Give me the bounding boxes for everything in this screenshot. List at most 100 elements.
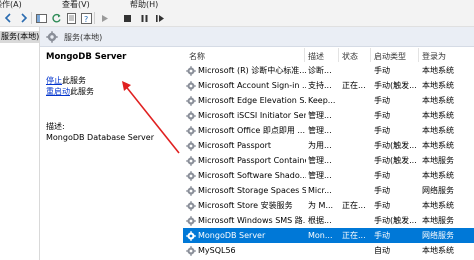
menu-bar: 操作(A) 查看(V) 帮助(H) bbox=[0, 0, 474, 9]
table-row[interactable]: MySQL56 自动 本地系统 bbox=[183, 243, 474, 258]
pause-service-icon[interactable] bbox=[138, 12, 150, 24]
start-service-icon[interactable] bbox=[98, 12, 110, 24]
table-row[interactable]: Microsoft Store 安装服务 为 M... 正在... 手动 本地系统 bbox=[183, 198, 474, 213]
table-row[interactable]: Microsoft Office 即点即用 ... 管理... 手动 本地系统 bbox=[183, 123, 474, 138]
service-logon-cell: 本地系统 bbox=[422, 246, 454, 255]
service-name-cell: Microsoft Software Shado... bbox=[198, 171, 306, 180]
service-gear-icon bbox=[186, 186, 196, 196]
service-description-cell: 为 M... bbox=[308, 201, 334, 210]
refresh-icon[interactable] bbox=[50, 12, 62, 24]
service-name-cell: Microsoft Account Sign-in ... bbox=[198, 81, 306, 90]
console-tree: 服务(本地) bbox=[0, 27, 40, 260]
service-description-cell: 管理... bbox=[308, 171, 332, 180]
service-description-cell: 根据... bbox=[308, 216, 332, 225]
service-gear-icon bbox=[186, 126, 196, 136]
service-name-cell: MySQL56 bbox=[198, 246, 236, 255]
service-name-cell: Microsoft Office 即点即用 ... bbox=[198, 126, 306, 135]
service-logon-cell: 本地服务 bbox=[422, 216, 454, 225]
service-description-cell: 诊断... bbox=[308, 66, 332, 75]
column-startup-type[interactable]: 启动类型 bbox=[374, 51, 406, 62]
tree-item-services-local[interactable]: 服务(本地) bbox=[0, 31, 40, 43]
column-status[interactable]: 状态 bbox=[342, 51, 358, 62]
service-startup-cell: 手动 bbox=[374, 126, 390, 135]
service-gear-icon bbox=[186, 201, 196, 211]
table-row[interactable]: MongoDB Server Mon... 正在... 手动 网络服务 bbox=[183, 228, 474, 243]
column-name[interactable]: 名称 bbox=[189, 51, 205, 62]
service-description-cell: Keep... bbox=[308, 96, 336, 105]
service-logon-cell: 本地系统 bbox=[422, 141, 454, 150]
column-divider[interactable] bbox=[370, 48, 371, 62]
service-name-cell: Microsoft Passport bbox=[198, 141, 272, 150]
console-tree-icon[interactable] bbox=[35, 12, 47, 24]
forward-icon[interactable] bbox=[17, 12, 29, 24]
service-description-cell: 支持... bbox=[308, 81, 332, 90]
panel-header: 服务(本地) bbox=[40, 27, 474, 47]
stop-service-icon[interactable] bbox=[121, 12, 133, 24]
service-startup-cell: 手动 bbox=[374, 96, 390, 105]
column-divider[interactable] bbox=[338, 48, 339, 62]
service-name-cell: Microsoft Store 安装服务 bbox=[198, 201, 293, 210]
service-status-cell: 正在... bbox=[342, 231, 366, 240]
services-list: 名称 描述 状态 启动类型 登录为 Microsoft (R) 诊断中心标准..… bbox=[183, 47, 474, 260]
column-divider[interactable] bbox=[418, 48, 419, 62]
service-logon-cell: 本地系统 bbox=[422, 66, 454, 75]
export-list-icon[interactable] bbox=[65, 12, 77, 24]
service-detail-pane: MongoDB Server 停止此服务 重启动此服务 描述: MongoDB … bbox=[40, 47, 183, 260]
red-arrow-annotation bbox=[122, 81, 180, 154]
back-icon[interactable] bbox=[3, 12, 15, 24]
service-logon-cell: 本地服务 bbox=[422, 156, 454, 165]
service-logon-cell: 本地系统 bbox=[422, 171, 454, 180]
service-description-cell: 管理... bbox=[308, 156, 332, 165]
service-startup-cell: 手动 bbox=[374, 66, 390, 75]
service-startup-cell: 手动 bbox=[374, 171, 390, 180]
service-description-cell: 为用... bbox=[308, 141, 332, 150]
service-gear-icon bbox=[186, 81, 196, 91]
service-gear-icon bbox=[186, 231, 196, 241]
service-status-cell: 正在... bbox=[342, 81, 366, 90]
service-name-cell: Microsoft (R) 诊断中心标准... bbox=[198, 66, 306, 75]
service-startup-cell: 手动 bbox=[374, 201, 390, 210]
column-description[interactable]: 描述 bbox=[308, 51, 324, 62]
column-logon-as[interactable]: 登录为 bbox=[422, 51, 446, 62]
service-startup-cell: 自动 bbox=[374, 246, 390, 255]
service-gear-icon bbox=[186, 156, 196, 166]
service-gear-icon bbox=[186, 96, 196, 106]
service-gear-icon bbox=[186, 171, 196, 181]
service-gear-icon bbox=[186, 66, 196, 76]
table-row[interactable]: Microsoft Windows SMS 路... 根据... 手动(触发... 本… bbox=[183, 213, 474, 228]
service-name-cell: Microsoft Edge Elevation S... bbox=[198, 96, 306, 105]
service-name-cell: Microsoft Windows SMS 路... bbox=[198, 216, 306, 225]
service-description-cell: 管理... bbox=[308, 111, 332, 120]
table-row[interactable]: Microsoft Account Sign-in ... 支持... 正在... 手… bbox=[183, 78, 474, 93]
svg-text:?: ? bbox=[84, 15, 88, 24]
toolbar-separator bbox=[94, 12, 95, 24]
list-header: 名称 描述 状态 启动类型 登录为 bbox=[183, 47, 474, 63]
table-row[interactable]: Microsoft Edge Elevation S... Keep... 手动 本地… bbox=[183, 93, 474, 108]
service-startup-cell: 手动(触发... bbox=[374, 156, 417, 165]
service-name-cell: Microsoft Passport Container bbox=[198, 156, 306, 165]
service-startup-cell: 手动(触发... bbox=[374, 81, 417, 90]
service-startup-cell: 手动(触发... bbox=[374, 141, 417, 150]
table-row[interactable]: Microsoft Software Shado... 管理... 手动 本地系统 bbox=[183, 168, 474, 183]
service-logon-cell: 本地系统 bbox=[422, 126, 454, 135]
service-logon-cell: 本地系统 bbox=[422, 96, 454, 105]
table-row[interactable]: Microsoft Passport Container 管理... 手动(触发..… bbox=[183, 153, 474, 168]
table-row[interactable]: Microsoft Passport 为用... 手动(触发... 本地系统 bbox=[183, 138, 474, 153]
service-logon-cell: 网络服务 bbox=[422, 231, 454, 240]
restart-service-icon[interactable] bbox=[154, 12, 166, 24]
toolbar-separator bbox=[31, 12, 32, 24]
service-logon-cell: 本地系统 bbox=[422, 81, 454, 90]
column-divider[interactable] bbox=[304, 48, 305, 62]
panel-title: 服务(本地) bbox=[64, 33, 103, 42]
service-name-cell: MongoDB Server bbox=[198, 231, 266, 240]
service-gear-icon bbox=[186, 246, 196, 256]
table-row[interactable]: Microsoft (R) 诊断中心标准... 诊断... 手动 本地系统 bbox=[183, 63, 474, 78]
service-gear-icon bbox=[186, 111, 196, 121]
service-startup-cell: 手动 bbox=[374, 186, 390, 195]
service-name-cell: Microsoft Storage Spaces S... bbox=[198, 186, 306, 195]
service-startup-cell: 手动 bbox=[374, 111, 390, 120]
help-icon[interactable]: ? bbox=[80, 12, 92, 24]
table-row[interactable]: Microsoft iSCSI Initiator Ser... 管理... 手动 本… bbox=[183, 108, 474, 123]
service-startup-cell: 手动(触发... bbox=[374, 216, 417, 225]
table-row[interactable]: Microsoft Storage Spaces S... Micr... 手动 网络… bbox=[183, 183, 474, 198]
